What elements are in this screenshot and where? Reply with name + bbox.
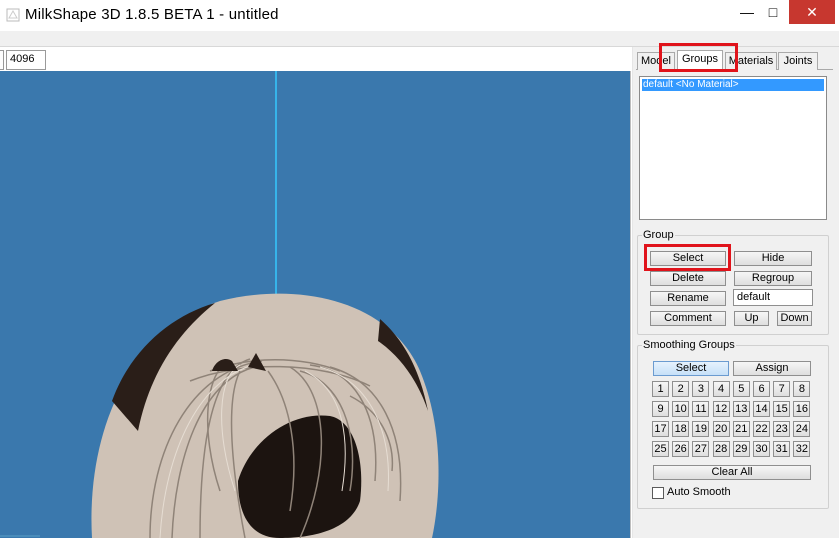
smoothing-group-8-button[interactable]: 8 [793, 381, 811, 397]
smoothing-assign-button[interactable]: Assign [733, 361, 811, 376]
smoothing-group-24-button[interactable]: 24 [793, 421, 811, 437]
smoothing-group-1-button[interactable]: 1 [652, 381, 669, 397]
smoothing-group-30-button[interactable]: 30 [753, 441, 770, 457]
group-up-button[interactable]: Up [734, 311, 769, 326]
smoothing-group-3-button[interactable]: 3 [692, 381, 710, 397]
smoothing-group-5-button[interactable]: 5 [732, 381, 750, 397]
3d-viewport[interactable] [0, 71, 631, 538]
group-name-input[interactable]: default [733, 289, 813, 306]
group-list[interactable]: default <No Material> [639, 76, 827, 220]
group-select-button[interactable]: Select [650, 251, 726, 266]
toolbar-field-stub[interactable] [0, 50, 4, 70]
group-rename-button[interactable]: Rename [650, 291, 726, 306]
smoothing-group-17-button[interactable]: 17 [652, 421, 669, 437]
smoothing-group-7-button[interactable]: 7 [773, 381, 791, 397]
toolbar-number-field[interactable]: 4096 [6, 50, 46, 70]
smoothing-group-23-button[interactable]: 23 [773, 421, 791, 437]
group-delete-button[interactable]: Delete [650, 271, 726, 286]
auto-smooth-label: Auto Smooth [667, 486, 731, 498]
smoothing-group-16-button[interactable]: 16 [793, 401, 811, 417]
smoothing-group-21-button[interactable]: 21 [732, 421, 750, 437]
group-regroup-button[interactable]: Regroup [734, 271, 812, 286]
smoothing-group-29-button[interactable]: 29 [732, 441, 750, 457]
smoothing-group-25-button[interactable]: 25 [652, 441, 669, 457]
smoothing-group-11-button[interactable]: 11 [692, 401, 710, 417]
smoothing-group-6-button[interactable]: 6 [753, 381, 770, 397]
smoothing-group-27-button[interactable]: 27 [692, 441, 710, 457]
group-section-legend: Group [643, 229, 674, 241]
close-button[interactable]: ✕ [789, 0, 835, 24]
tab-materials[interactable]: Materials [725, 52, 777, 70]
smoothing-group-14-button[interactable]: 14 [753, 401, 770, 417]
group-comment-button[interactable]: Comment [650, 311, 726, 326]
group-down-button[interactable]: Down [777, 311, 812, 326]
smoothing-group-19-button[interactable]: 19 [692, 421, 710, 437]
smoothing-group-2-button[interactable]: 2 [672, 381, 690, 397]
smoothing-group-9-button[interactable]: 9 [652, 401, 669, 417]
smoothing-group-32-button[interactable]: 32 [793, 441, 811, 457]
auto-smooth-checkbox[interactable] [652, 487, 664, 499]
tab-model[interactable]: Model [637, 52, 675, 70]
smoothing-group-20-button[interactable]: 20 [712, 421, 730, 437]
clear-all-button[interactable]: Clear All [653, 465, 811, 480]
title-bar: MilkShape 3D 1.8.5 BETA 1 - untitled — □… [0, 0, 839, 31]
smoothing-group-28-button[interactable]: 28 [712, 441, 730, 457]
smoothing-group-12-button[interactable]: 12 [712, 401, 730, 417]
smoothing-group-18-button[interactable]: 18 [672, 421, 690, 437]
smoothing-group-26-button[interactable]: 26 [672, 441, 690, 457]
smoothing-group-13-button[interactable]: 13 [732, 401, 750, 417]
tab-joints[interactable]: Joints [778, 52, 818, 70]
smoothing-group-4-button[interactable]: 4 [712, 381, 730, 397]
minimize-button[interactable]: — [734, 0, 760, 24]
smoothing-group-10-button[interactable]: 10 [672, 401, 690, 417]
maximize-button[interactable]: □ [760, 0, 786, 24]
smoothing-group-15-button[interactable]: 15 [773, 401, 791, 417]
right-panel: Model Groups Materials Joints default <N… [632, 47, 839, 538]
smoothing-section-legend: Smoothing Groups [643, 339, 735, 351]
window-title: MilkShape 3D 1.8.5 BETA 1 - untitled [25, 6, 279, 23]
group-list-item-default[interactable]: default <No Material> [642, 79, 824, 91]
smoothing-group-31-button[interactable]: 31 [773, 441, 791, 457]
smoothing-select-button[interactable]: Select [653, 361, 729, 376]
toolbar-strip [0, 31, 839, 47]
smoothing-group-22-button[interactable]: 22 [753, 421, 770, 437]
tab-groups[interactable]: Groups [677, 50, 723, 70]
group-hide-button[interactable]: Hide [734, 251, 812, 266]
app-icon [6, 8, 20, 22]
model-render [0, 71, 439, 538]
